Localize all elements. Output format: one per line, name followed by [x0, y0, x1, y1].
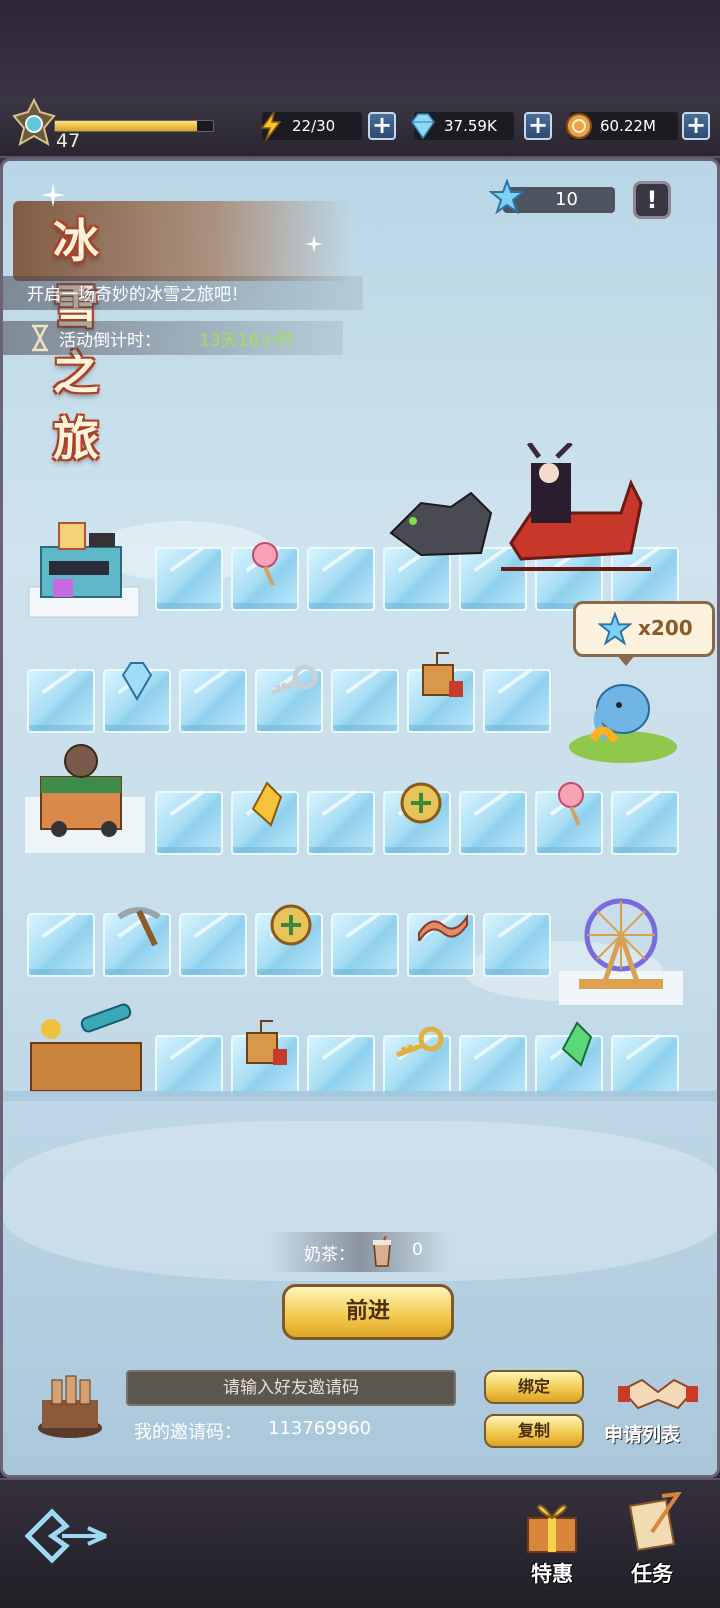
clover-coin-icon	[400, 782, 442, 824]
board-tile	[331, 669, 399, 733]
player-level: 47	[56, 130, 81, 152]
gift-box-icon	[527, 1504, 577, 1553]
reward-amount: x200	[638, 616, 693, 640]
clover-coin-icon	[270, 904, 312, 946]
board-tile	[459, 791, 527, 855]
board-tile	[179, 669, 247, 733]
tnt-box-icon	[422, 652, 463, 697]
gem-value: 37.59K	[444, 117, 497, 135]
board-tile	[155, 547, 223, 611]
diamond-item-icon	[121, 662, 153, 701]
board-tile	[483, 669, 551, 733]
elephant-icon	[569, 684, 677, 763]
coin-icon	[566, 113, 592, 139]
silver-key-icon	[270, 664, 318, 696]
countdown-label: 活动倒计时：	[59, 331, 161, 351]
milk-tea-cart-building[interactable]	[25, 737, 145, 855]
resource-bar: 47 22/30 + 37.59K + 60.22M +	[0, 96, 720, 158]
add-gems-button[interactable]: +	[524, 112, 552, 140]
special-offer-label: 特惠	[531, 1562, 573, 1586]
event-board: 冰雪之旅 开启一场奇妙的冰雪之旅吧！ 活动倒计时： 13天16小时 10 !	[0, 158, 720, 1478]
milk-tea-count: 0	[412, 1240, 423, 1260]
bottom-nav: 特惠 任务	[0, 1478, 720, 1608]
energy-value: 22/30	[292, 117, 336, 135]
event-subtitle: 开启一场奇妙的冰雪之旅吧！	[27, 285, 248, 305]
level-badge-icon[interactable]	[10, 98, 58, 154]
my-code-label: 我的邀请码：	[134, 1422, 242, 1443]
info-button[interactable]: !	[633, 181, 671, 219]
diamond-icon	[411, 113, 435, 140]
board-tile	[179, 913, 247, 977]
handshake-icon	[618, 1378, 698, 1410]
cinema-icon	[28, 522, 140, 618]
board-tile	[611, 1035, 679, 1099]
back-arrow-icon[interactable]	[22, 1506, 110, 1566]
board-tile	[27, 913, 95, 977]
board-tile	[307, 1035, 375, 1099]
player-sled-icon[interactable]	[381, 443, 661, 583]
tasks-button[interactable]: 任务	[612, 1488, 692, 1598]
gold-crystal-icon	[251, 781, 283, 827]
gem-counter: 37.59K	[411, 112, 514, 140]
board-tile	[155, 1035, 223, 1099]
board-tile	[307, 547, 375, 611]
star-icon	[598, 612, 632, 646]
board-tile	[483, 913, 551, 977]
scroll-quill-icon	[628, 1492, 682, 1552]
star-count: 10	[555, 189, 578, 210]
ferris-wheel-icon	[559, 898, 683, 1005]
special-offer-button[interactable]: 特惠	[512, 1488, 592, 1598]
invite-code-input[interactable]: 请输入好友邀请码	[126, 1370, 456, 1406]
coin-value: 60.22M	[600, 117, 656, 135]
board-tile	[307, 791, 375, 855]
lollipop-icon	[558, 782, 584, 826]
cinema-building[interactable]	[19, 517, 149, 627]
bind-button[interactable]: 绑定	[484, 1370, 584, 1404]
apply-list-label: 申请列表	[604, 1424, 681, 1446]
star-icon	[489, 179, 525, 215]
board-tile	[331, 913, 399, 977]
cake-icon	[38, 1375, 102, 1438]
countdown-value: 13天16小时	[199, 331, 294, 351]
add-energy-button[interactable]: +	[368, 112, 396, 140]
green-crystal-icon	[561, 1021, 593, 1067]
telescope-icon	[30, 1003, 142, 1092]
board-tile	[155, 791, 223, 855]
lightning-icon	[260, 111, 282, 141]
reward-bubble: x200	[573, 601, 715, 666]
lollipop-icon	[252, 542, 278, 586]
milk-tea-cart-icon	[25, 744, 145, 853]
bacon-icon	[418, 913, 468, 941]
apply-list-button[interactable]: 申请列表	[604, 1370, 714, 1450]
telescope-deck-building[interactable]	[21, 1003, 149, 1093]
coin-counter: 60.22M	[566, 112, 678, 140]
milk-tea-counter: 奶茶： 0	[270, 1232, 450, 1272]
board-tile	[611, 791, 679, 855]
sparkle-icon	[305, 235, 323, 253]
milk-tea-icon	[373, 1236, 391, 1267]
milk-tea-label: 奶茶：	[304, 1245, 355, 1265]
ferris-wheel-building[interactable]	[559, 891, 683, 1007]
pickaxe-icon	[117, 907, 161, 947]
board-tile	[27, 669, 95, 733]
tasks-label: 任务	[631, 1562, 673, 1586]
copy-button[interactable]: 复制	[484, 1414, 584, 1448]
board-tile	[459, 1035, 527, 1099]
elephant-fountain-building[interactable]	[563, 667, 683, 767]
game-screen: 47 22/30 + 37.59K + 60.22M + 冰雪之旅 开启一场奇	[0, 0, 720, 1608]
board-edge	[3, 1091, 717, 1101]
gold-key-icon	[396, 1026, 444, 1058]
advance-button[interactable]: 前进	[282, 1284, 454, 1340]
energy-counter: 22/30	[260, 111, 362, 141]
hourglass-icon	[32, 324, 48, 352]
sparkle-icon	[41, 183, 65, 207]
tnt-box-icon	[246, 1020, 287, 1065]
add-coins-button[interactable]: +	[682, 112, 710, 140]
my-code-value: 113769960	[268, 1418, 372, 1439]
